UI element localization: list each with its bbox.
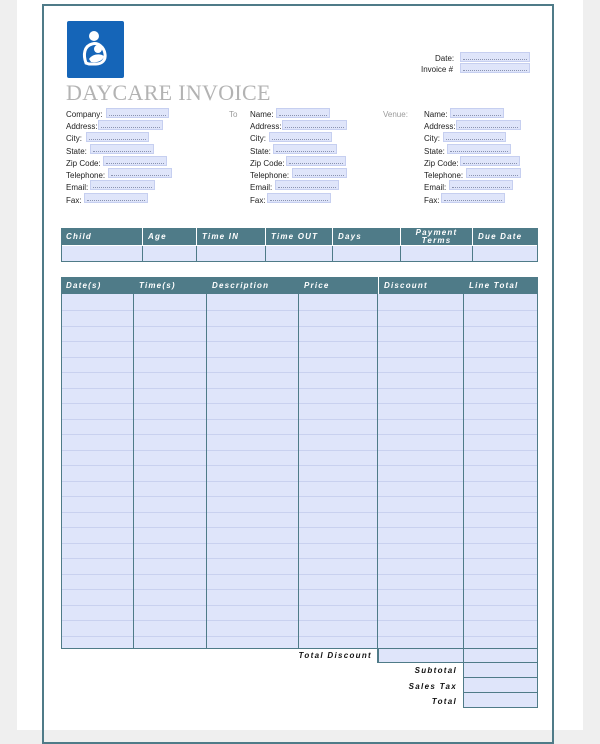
child-table-divider (142, 246, 143, 262)
dates-header: Date(s) (61, 277, 133, 294)
to-address-field[interactable] (282, 120, 347, 130)
child-table-divider (332, 246, 333, 262)
from-state-field[interactable] (90, 144, 154, 154)
to-fax-field[interactable] (267, 193, 331, 203)
total-label: Total (431, 697, 457, 706)
total-field[interactable] (463, 692, 538, 708)
to-name-field[interactable] (276, 108, 330, 118)
venue-name-field[interactable] (450, 108, 504, 118)
description-header: Description (207, 277, 298, 294)
from-city-label: City: (66, 134, 82, 143)
logo (67, 21, 124, 78)
sales-tax-field[interactable] (463, 677, 538, 693)
time-in-header: Time IN (197, 228, 265, 245)
venue-telephone-field[interactable] (466, 168, 521, 178)
child-table-divider (472, 246, 473, 262)
price-header: Price (299, 277, 377, 294)
child-table-divider (265, 246, 266, 262)
line-total-header: Line Total (464, 277, 537, 294)
company-field[interactable] (106, 108, 169, 118)
mother-and-child-icon (82, 31, 107, 66)
from-email-label: Email: (66, 183, 89, 192)
to-fax-label: Fax: (250, 196, 266, 205)
from-telephone-field[interactable] (108, 168, 172, 178)
time-out-header: Time OUT (266, 228, 332, 245)
total-discount-label: Total Discount (298, 651, 372, 660)
to-email-label: Email: (250, 183, 273, 192)
date-label: Date: (435, 54, 455, 63)
to-city-field[interactable] (269, 132, 332, 142)
total-discount-field[interactable] (378, 648, 464, 663)
venue-city-label: City: (424, 134, 440, 143)
subtotal-field[interactable] (463, 662, 538, 678)
items-table-divider (133, 277, 134, 649)
venue-telephone-label: Telephone: (424, 171, 464, 180)
invoice-number-label: Invoice # (421, 65, 454, 74)
venue-heading: Venue: (383, 110, 408, 119)
from-fax-label: Fax: (66, 196, 82, 205)
to-address-label: Address: (250, 122, 282, 131)
discount-header: Discount (379, 277, 463, 294)
venue-state-field[interactable] (447, 144, 511, 154)
to-zip-label: Zip Code: (250, 159, 285, 168)
items-table-divider (463, 277, 464, 663)
from-state-label: State: (66, 147, 87, 156)
child-table-divider (196, 246, 197, 262)
child-table-divider (400, 246, 401, 262)
from-zip-field[interactable] (103, 156, 167, 166)
from-address-label: Address: (66, 122, 98, 131)
to-state-field[interactable] (273, 144, 337, 154)
to-city-label: City: (250, 134, 266, 143)
to-email-field[interactable] (275, 180, 339, 190)
child-table-border-left (61, 228, 62, 262)
from-fax-field[interactable] (84, 193, 148, 203)
child-table-border-bottom (61, 261, 538, 262)
invoice-number-field[interactable] (460, 63, 530, 73)
items-table-divider (298, 277, 299, 649)
subtotal-label: Subtotal (414, 666, 457, 675)
page-title: DAYCARE INVOICE (66, 80, 271, 105)
from-city-field[interactable] (86, 132, 149, 142)
to-telephone-label: Telephone: (250, 171, 290, 180)
from-zip-label: Zip Code: (66, 159, 101, 168)
venue-state-label: State: (424, 147, 445, 156)
date-field[interactable] (460, 52, 530, 62)
to-zip-field[interactable] (286, 156, 346, 166)
days-header: Days (333, 228, 400, 245)
venue-address-label: Address: (424, 122, 456, 131)
items-table-divider (377, 277, 378, 663)
venue-fax-label: Fax: (424, 196, 440, 205)
due-date-header: Due Date (473, 228, 537, 245)
child-row[interactable] (61, 246, 537, 261)
sales-tax-label: Sales Tax (408, 682, 457, 691)
to-name-label: Name: (250, 110, 274, 119)
items-table-divider (206, 277, 207, 649)
to-telephone-field[interactable] (292, 168, 347, 178)
items-table-border-left (61, 277, 62, 649)
payment-terms-header: Payment Terms (401, 228, 472, 245)
venue-address-field[interactable] (456, 120, 521, 130)
company-label: Company: (66, 110, 103, 119)
to-heading: To (229, 110, 238, 119)
venue-email-field[interactable] (449, 180, 513, 190)
venue-zip-field[interactable] (460, 156, 520, 166)
age-header: Age (143, 228, 196, 245)
from-email-field[interactable] (90, 180, 155, 190)
venue-fax-field[interactable] (441, 193, 505, 203)
venue-zip-label: Zip Code: (424, 159, 459, 168)
total-discount-line-field[interactable] (463, 648, 538, 663)
venue-email-label: Email: (424, 183, 447, 192)
venue-name-label: Name: (424, 110, 448, 119)
child-header: Child (61, 228, 142, 245)
from-address-field[interactable] (98, 120, 163, 130)
times-header: Time(s) (134, 277, 206, 294)
items-table-border-right (537, 277, 538, 663)
child-table-border-right (537, 228, 538, 262)
venue-city-field[interactable] (443, 132, 506, 142)
to-state-label: State: (250, 147, 271, 156)
from-telephone-label: Telephone: (66, 171, 106, 180)
